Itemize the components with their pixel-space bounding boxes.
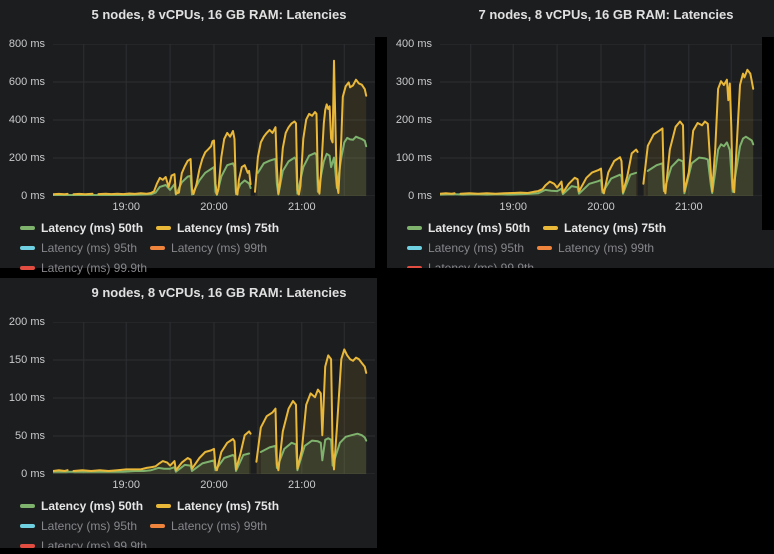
y-axis-label: 400 ms — [387, 37, 432, 51]
legend-swatch-icon — [150, 524, 165, 528]
legend-swatch-icon — [20, 226, 35, 230]
legend: Latency (ms) 50th Latency (ms) 75th Latenc… — [20, 499, 374, 553]
x-axis-label: 21:00 — [667, 201, 711, 213]
legend-swatch-icon — [407, 246, 422, 250]
legend-item-latency-ms-75th[interactable]: Latency (ms) 75th — [543, 221, 666, 235]
legend-label: Latency (ms) 99th — [171, 241, 267, 255]
black-gap-between-top-panels — [375, 37, 387, 268]
legend-label: Latency (ms) 50th — [428, 221, 530, 235]
panel-5-nodes-latencies: 5 nodes, 8 vCPUs, 16 GB RAM: Latencies L… — [0, 0, 387, 268]
y-axis-label: 50 ms — [0, 429, 45, 443]
legend-item-latency-ms-75th[interactable]: Latency (ms) 75th — [156, 221, 279, 235]
legend-label: Latency (ms) 99th — [558, 241, 654, 255]
legend-item-latency-ms-50th[interactable]: Latency (ms) 50th — [407, 221, 530, 235]
chart-plot[interactable] — [440, 44, 762, 196]
x-axis-label: 21:00 — [280, 201, 324, 213]
legend-swatch-icon — [20, 504, 35, 508]
legend-item-latency-ms-75th[interactable]: Latency (ms) 75th — [156, 499, 279, 513]
legend-label: Latency (ms) 75th — [177, 499, 279, 513]
panel-7-nodes-latencies: 7 nodes, 8 vCPUs, 16 GB RAM: Latencies L… — [387, 0, 774, 268]
legend-swatch-icon — [20, 246, 35, 250]
panel-title[interactable]: 5 nodes, 8 vCPUs, 16 GB RAM: Latencies — [53, 7, 385, 22]
legend-item-latency-ms-50th[interactable]: Latency (ms) 50th — [20, 221, 143, 235]
legend-swatch-icon — [543, 226, 558, 230]
black-empty-bottom-right — [377, 268, 774, 554]
panel-title[interactable]: 7 nodes, 8 vCPUs, 16 GB RAM: Latencies — [440, 7, 772, 22]
x-axis-label: 21:00 — [280, 479, 324, 491]
legend-item-latency-ms-95th[interactable]: Latency (ms) 95th — [20, 519, 137, 533]
legend-item-latency-ms-99th[interactable]: Latency (ms) 99th — [537, 241, 654, 255]
legend-swatch-icon — [537, 246, 552, 250]
x-axis-label: 19:00 — [491, 201, 535, 213]
legend-swatch-icon — [156, 504, 171, 508]
legend-item-latency-ms-99th[interactable]: Latency (ms) 99th — [150, 241, 267, 255]
y-axis-label: 0 ms — [387, 189, 432, 203]
x-axis-label: 20:00 — [579, 201, 623, 213]
legend: Latency (ms) 50th Latency (ms) 75th Latenc… — [20, 221, 374, 275]
legend-item-latency-ms-99th[interactable]: Latency (ms) 99th — [150, 519, 267, 533]
legend-item-latency-ms-95th[interactable]: Latency (ms) 95th — [20, 241, 137, 255]
legend-label: Latency (ms) 99th — [171, 519, 267, 533]
y-axis-label: 600 ms — [0, 75, 45, 89]
y-axis-label: 150 ms — [0, 353, 45, 367]
legend: Latency (ms) 50th Latency (ms) 75th Latenc… — [407, 221, 761, 275]
legend-item-latency-ms-99.9th[interactable]: Latency (ms) 99.9th — [20, 261, 147, 275]
panel-9-nodes-latencies: 9 nodes, 8 vCPUs, 16 GB RAM: Latencies L… — [0, 278, 387, 548]
y-axis-label: 0 ms — [0, 467, 45, 481]
y-axis-label: 400 ms — [0, 113, 45, 127]
y-axis-label: 200 ms — [387, 113, 432, 127]
legend-label: Latency (ms) 95th — [428, 241, 524, 255]
x-axis-label: 19:00 — [104, 479, 148, 491]
legend-label: Latency (ms) 50th — [41, 221, 143, 235]
y-axis-label: 0 ms — [0, 189, 45, 203]
black-strip-bottom — [0, 548, 377, 554]
chart-plot[interactable] — [53, 322, 375, 474]
y-axis-label: 300 ms — [387, 75, 432, 89]
legend-swatch-icon — [20, 266, 35, 270]
legend-label: Latency (ms) 50th — [41, 499, 143, 513]
x-axis-label: 19:00 — [104, 201, 148, 213]
x-axis-label: 20:00 — [192, 201, 236, 213]
chart-plot[interactable] — [53, 44, 375, 196]
legend-label: Latency (ms) 75th — [564, 221, 666, 235]
legend-label: Latency (ms) 95th — [41, 519, 137, 533]
legend-item-latency-ms-95th[interactable]: Latency (ms) 95th — [407, 241, 524, 255]
legend-swatch-icon — [150, 246, 165, 250]
legend-label: Latency (ms) 75th — [177, 221, 279, 235]
legend-swatch-icon — [20, 524, 35, 528]
legend-swatch-icon — [407, 226, 422, 230]
y-axis-label: 100 ms — [0, 391, 45, 405]
x-axis-label: 20:00 — [192, 479, 236, 491]
legend-label: Latency (ms) 99.9th — [41, 261, 147, 275]
panel-title[interactable]: 9 nodes, 8 vCPUs, 16 GB RAM: Latencies — [53, 285, 385, 300]
legend-item-latency-ms-50th[interactable]: Latency (ms) 50th — [20, 499, 143, 513]
y-axis-label: 200 ms — [0, 151, 45, 165]
y-axis-label: 200 ms — [0, 315, 45, 329]
y-axis-label: 800 ms — [0, 37, 45, 51]
legend-label: Latency (ms) 95th — [41, 241, 137, 255]
y-axis-label: 100 ms — [387, 151, 432, 165]
legend-swatch-icon — [156, 226, 171, 230]
black-gap-right-edge — [762, 37, 774, 230]
